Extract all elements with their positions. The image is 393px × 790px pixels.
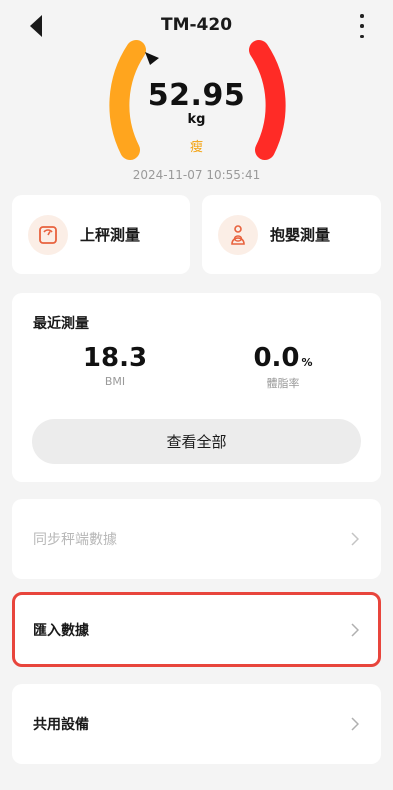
- baby-hold-icon: [218, 214, 258, 255]
- bmi-value: 18.3: [82, 343, 148, 373]
- measurement-timestamp: 2024-11-07 10:55:41: [132, 168, 261, 182]
- bmi-metric: 18.3 BMI: [40, 343, 190, 388]
- chevron-right-icon: [351, 622, 361, 637]
- sync-scale-data-row[interactable]: 同步秤端數據: [12, 499, 381, 579]
- body-fat-unit: %: [301, 356, 313, 369]
- gauge-pointer-icon: [145, 52, 159, 65]
- sync-scale-data-label: 同步秤端數據: [33, 532, 117, 548]
- recent-measurement-card: 最近測量 18.3 BMI 0.0% 體脂率 查看全部: [12, 293, 381, 482]
- page-title: TM-420: [160, 15, 233, 35]
- recent-title: 最近測量: [33, 316, 89, 332]
- import-data-row[interactable]: 匯入數據: [12, 593, 381, 666]
- chevron-right-icon: [351, 532, 361, 546]
- weight-unit: kg: [187, 112, 206, 127]
- body-fat-label: 體脂率: [266, 377, 300, 390]
- view-all-button[interactable]: 查看全部: [32, 419, 361, 464]
- bmi-label: BMI: [104, 375, 126, 388]
- body-fat-value: 0.0: [253, 343, 300, 373]
- more-options-button[interactable]: [357, 14, 367, 38]
- more-vertical-icon: [360, 14, 364, 18]
- scale-icon: [28, 214, 68, 255]
- baby-measure-button[interactable]: 抱嬰測量: [202, 195, 381, 274]
- shared-device-label: 共用設備: [33, 717, 89, 733]
- scale-measure-label: 上秤測量: [80, 226, 141, 244]
- weight-value: 52.95: [147, 78, 246, 113]
- body-fat-metric: 0.0% 體脂率: [208, 343, 358, 391]
- weight-status: 瘦: [189, 140, 203, 155]
- scale-measure-button[interactable]: 上秤測量: [12, 195, 190, 274]
- baby-measure-label: 抱嬰測量: [270, 226, 331, 244]
- import-data-label: 匯入數據: [33, 622, 89, 639]
- shared-device-row[interactable]: 共用設備: [12, 684, 381, 764]
- chevron-right-icon: [351, 717, 361, 731]
